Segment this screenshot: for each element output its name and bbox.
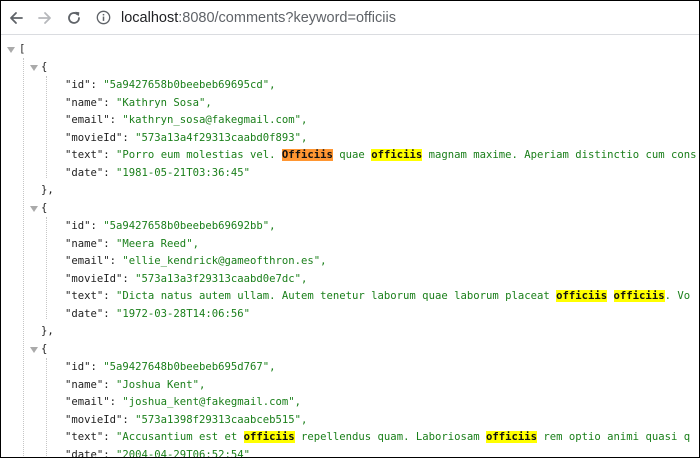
json-property-movieid: "movieId": "573a13a4f29313caabd0f893", <box>65 131 307 145</box>
object-open-brace: { <box>41 343 48 355</box>
json-property-id: "id": "5a9427648b0beebeb695d767", <box>65 360 276 374</box>
search-highlight: officiis <box>556 290 608 302</box>
json-value-text: "Porro eum molestias vel. Officiis quae … <box>116 149 697 161</box>
text-segment: quae <box>332 149 372 161</box>
json-property-date: "date": "2004-04-29T06:52:54" <box>65 448 250 458</box>
text-segment: rem optio animi quasi q <box>537 431 691 443</box>
collapse-arrow-icon[interactable] <box>30 206 38 212</box>
text-segment: Porro eum molestias vel. <box>122 149 282 161</box>
json-property-email: "email": "joshua_kent@fakegmail.com", <box>65 395 301 409</box>
arrow-left-icon <box>10 11 23 24</box>
json-property-id: "id": "5a9427658b0beebeb69695cd", <box>65 78 276 92</box>
json-property-date: "date": "1981-05-21T03:36:45" <box>65 166 250 180</box>
json-key: "movieId": <box>65 131 136 144</box>
indent-guide <box>46 76 47 178</box>
json-property-date: "date": "1972-03-28T14:06:56" <box>65 307 250 321</box>
json-value-text: "Dicta natus autem ullam. Autem tenetur … <box>116 290 691 302</box>
json-value-movieid: "573a13a3f29313caabd0e7dc", <box>135 272 308 285</box>
json-value-date: "1972-03-28T14:06:56" <box>116 307 250 320</box>
json-key: "name": <box>65 237 117 250</box>
json-key: "movieId": <box>65 413 136 426</box>
json-value-date: "2004-04-29T06:52:54" <box>116 448 250 458</box>
json-key: "movieId": <box>65 272 136 285</box>
json-property-id: "id": "5a9427658b0beebeb69692bb", <box>65 219 276 233</box>
json-key: "date": <box>65 448 117 458</box>
json-value-email: "joshua_kent@fakegmail.com", <box>122 396 301 408</box>
json-value-text: "Accusantium est et officiis repellendus… <box>116 431 691 443</box>
json-key: "email": <box>65 396 123 408</box>
json-key: "text": <box>65 431 117 443</box>
json-value-id: "5a9427648b0beebeb695d767", <box>103 361 276 373</box>
json-key: "text": <box>65 149 117 161</box>
browser-toolbar: localhost:8080/comments?keyword=officiis <box>1 1 699 35</box>
json-value-date: "1981-05-21T03:36:45" <box>116 166 250 179</box>
address-bar[interactable]: localhost:8080/comments?keyword=officiis <box>90 5 695 31</box>
json-value-movieid: "573a1398f29313caabceb515", <box>135 413 308 426</box>
object-open-brace: { <box>41 61 48 73</box>
text-segment <box>607 290 613 302</box>
json-property-name: "name": "Meera Reed", <box>65 237 199 251</box>
json-key: "date": <box>65 166 117 179</box>
json-value-name: "Meera Reed", <box>116 237 199 250</box>
search-highlight: officiis <box>371 149 423 161</box>
indent-guide <box>23 58 24 457</box>
reload-icon <box>68 11 80 24</box>
json-value-id: "5a9427658b0beebeb69695cd", <box>103 79 276 91</box>
search-highlight: Officiis <box>281 149 333 161</box>
json-property-text: "text": "Dicta natus autem ullam. Autem … <box>65 289 690 303</box>
search-highlight: officiis <box>613 290 665 302</box>
collapse-arrow-icon[interactable] <box>7 47 15 53</box>
json-key: "date": <box>65 307 117 320</box>
json-key: "text": <box>65 290 117 302</box>
json-key: "email": <box>65 255 123 267</box>
json-value-email: "ellie_kendrick@gameofthron.es", <box>122 255 327 267</box>
json-value-email: "kathryn_sosa@fakegmail.com", <box>122 114 308 126</box>
info-icon[interactable] <box>94 9 112 27</box>
object-open-brace: { <box>41 202 48 214</box>
arrow-right-icon <box>38 11 51 24</box>
json-property-movieid: "movieId": "573a13a3f29313caabd0e7dc", <box>65 272 307 286</box>
json-property-email: "email": "kathryn_sosa@fakegmail.com", <box>65 113 307 127</box>
object-close-brace: }, <box>41 184 54 196</box>
array-open-bracket: [ <box>19 43 26 55</box>
json-key: "id": <box>65 361 104 373</box>
json-property-name: "name": "Joshua Kent", <box>65 378 205 392</box>
back-button[interactable] <box>2 4 30 32</box>
browser-window: localhost:8080/comments?keyword=officiis… <box>0 0 700 458</box>
json-property-text: "text": "Porro eum molestias vel. Offici… <box>65 148 696 162</box>
search-highlight: officiis <box>485 431 538 443</box>
json-value-name: "Joshua Kent", <box>116 378 206 391</box>
collapse-arrow-icon[interactable] <box>30 65 38 71</box>
json-key: "email": <box>65 114 123 126</box>
text-segment: magnam maxime. Aperiam distinctio cum co… <box>422 149 697 161</box>
object-close-brace: }, <box>41 325 54 337</box>
text-segment: Dicta natus autem ullam. Autem tenetur l… <box>122 290 557 302</box>
search-highlight: officiis <box>243 431 295 443</box>
text-segment: Accusantium est et <box>122 431 244 443</box>
json-key: "name": <box>65 378 117 391</box>
json-key: "name": <box>65 96 117 109</box>
json-property-name: "name": "Kathryn Sosa", <box>65 96 212 110</box>
json-value-movieid: "573a13a4f29313caabd0f893", <box>135 131 308 144</box>
json-property-text: "text": "Accusantium est et officiis rep… <box>65 430 690 444</box>
json-key: "id": <box>65 79 104 91</box>
url-path: :8080/comments?keyword=officiis <box>178 9 396 26</box>
forward-button[interactable] <box>31 4 59 32</box>
indent-guide <box>46 217 47 319</box>
url-host: localhost <box>121 9 179 26</box>
json-value-name: "Kathryn Sosa", <box>116 96 212 109</box>
json-property-email: "email": "ellie_kendrick@gameofthron.es"… <box>65 254 327 268</box>
text-segment: repellendus quam. Laboriosam <box>294 431 486 443</box>
text-segment: . Vo <box>664 290 691 302</box>
json-value-id: "5a9427658b0beebeb69692bb", <box>103 220 276 232</box>
json-viewer: [ { "id": "5a9427658b0beebeb69695cd", "nam… <box>1 36 699 457</box>
json-property-movieid: "movieId": "573a1398f29313caabceb515", <box>65 413 307 427</box>
json-key: "id": <box>65 220 104 232</box>
reload-button[interactable] <box>60 4 88 32</box>
collapse-arrow-icon[interactable] <box>30 347 38 353</box>
indent-guide <box>46 358 47 457</box>
